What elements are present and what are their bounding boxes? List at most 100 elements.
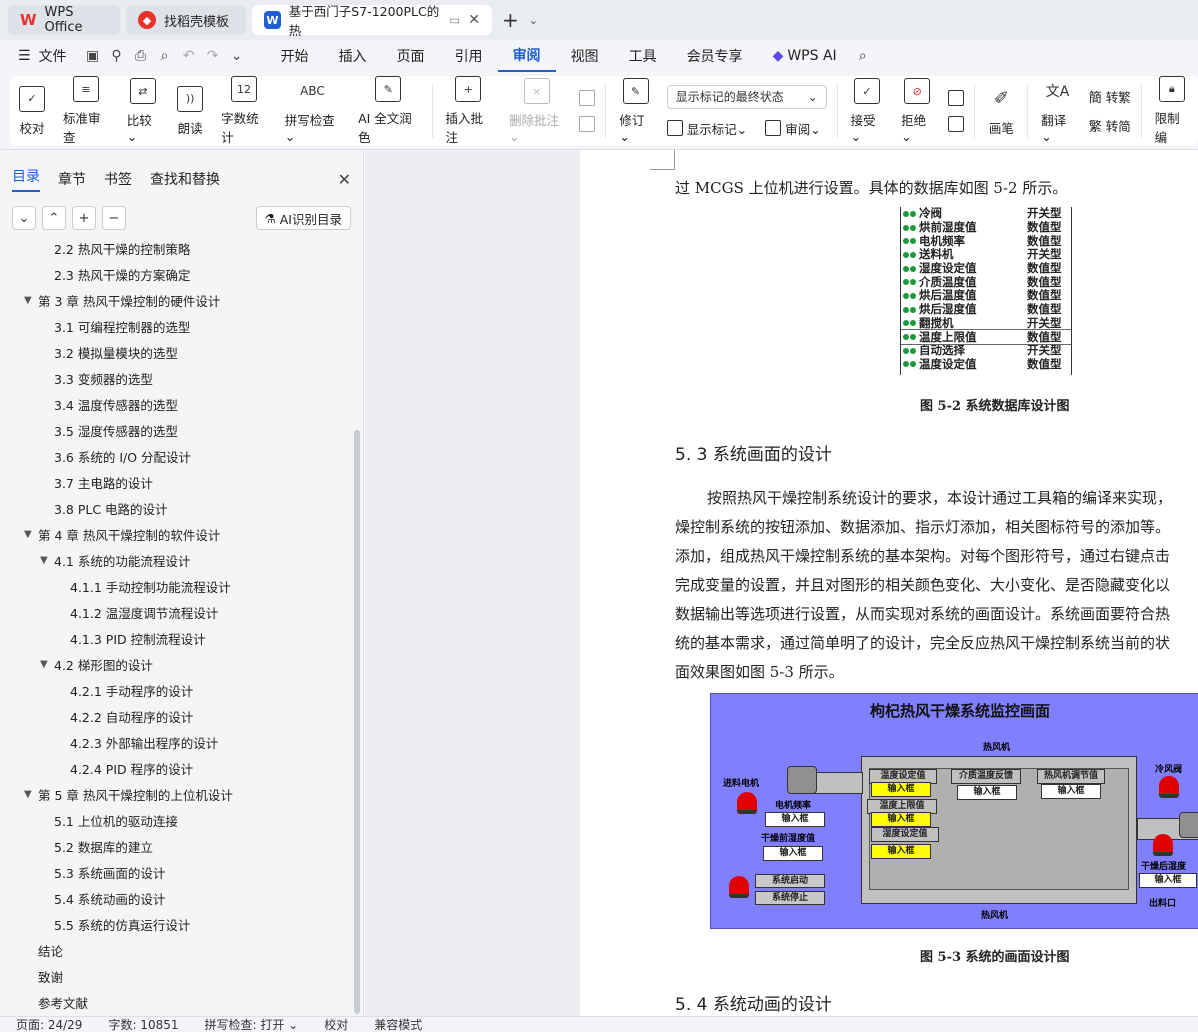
monitor-icon[interactable]: ▭ <box>449 13 460 27</box>
share-icon[interactable]: ⚲ <box>106 45 128 67</box>
prev-comment-icon[interactable] <box>579 90 596 106</box>
next-comment-icon[interactable] <box>579 116 596 132</box>
more-chevron-icon[interactable]: ⌄ <box>226 45 248 67</box>
print-preview-icon[interactable]: ⌕ <box>154 45 176 67</box>
toc-item[interactable]: 3.8 PLC 电路的设计 <box>40 495 168 521</box>
temp-upper-input[interactable]: 输入框 <box>871 812 931 827</box>
spell-check-indicator[interactable]: 拼写检查: 打开 ⌄ <box>205 1016 299 1033</box>
toc-item[interactable]: 致谢 <box>24 963 63 989</box>
toc-item[interactable]: 2.3 热风干燥的方案确定 <box>40 261 190 287</box>
new-tab-icon[interactable]: + <box>498 8 523 32</box>
toc-item[interactable]: 5.5 系统的仿真运行设计 <box>40 911 190 937</box>
show-markup-button[interactable]: 显示标记⌄ <box>687 119 748 138</box>
expand-arrow-icon[interactable]: ▼ <box>40 555 54 566</box>
toc-item[interactable]: 3.5 湿度传感器的选型 <box>40 417 178 443</box>
ai-toc-button[interactable]: ⚗ AI识别目录 <box>255 206 351 230</box>
sidebar-tab-toc[interactable]: 目录 <box>12 166 40 192</box>
menu-file[interactable]: 文件 <box>37 40 82 72</box>
menu-reference[interactable]: 引用 <box>440 40 498 72</box>
temp-set-input[interactable]: 输入框 <box>871 782 931 797</box>
tab-wps-office[interactable]: W WPS Office <box>8 5 120 35</box>
menu-member[interactable]: 会员专享 <box>672 40 758 72</box>
print-icon[interactable]: ⎙ <box>130 45 152 67</box>
search-icon[interactable]: ⌕ <box>852 45 874 67</box>
post-humidity-input[interactable]: 输入框 <box>1139 873 1197 888</box>
toc-item[interactable]: 3.6 系统的 I/O 分配设计 <box>40 443 191 469</box>
sidebar-tab-bookmark[interactable]: 书签 <box>104 169 132 189</box>
close-icon[interactable]: ✕ <box>338 170 351 189</box>
toc-item[interactable]: 5.4 系统动画的设计 <box>40 885 165 911</box>
to-traditional-button[interactable]: 簡转繁 <box>1089 87 1131 106</box>
toc-item[interactable]: 参考文献 <box>24 989 88 1015</box>
collapse-button[interactable]: ⌄ <box>12 206 36 230</box>
read-aloud-button[interactable]: )) 朗读 <box>168 76 212 146</box>
toc-item[interactable]: ▼ 第 4 章 热风干燥控制的软件设计 <box>24 521 220 547</box>
word-count-indicator[interactable]: 字数: 10851 <box>108 1016 178 1033</box>
motor-freq-input[interactable]: 输入框 <box>765 812 825 827</box>
toc-item[interactable]: 4.1.3 PID 控制流程设计 <box>56 625 206 651</box>
sidebar-tab-find[interactable]: 查找和替换 <box>150 169 220 189</box>
toc-item[interactable]: 2.2 热风干燥的控制策略 <box>40 240 190 261</box>
system-start-button[interactable]: 系统启动 <box>755 874 825 888</box>
ai-polish-button[interactable]: ✎ AI 全文润色 <box>349 76 427 146</box>
expand-arrow-icon[interactable]: ▼ <box>24 789 38 800</box>
remove-heading-button[interactable]: − <box>102 206 126 230</box>
next-change-icon[interactable] <box>948 116 965 132</box>
hum-set-input[interactable]: 输入框 <box>871 844 931 859</box>
chevron-down-icon[interactable]: ⌄ <box>529 14 538 27</box>
toc-item[interactable]: 4.2.3 外部输出程序的设计 <box>56 729 218 755</box>
page-indicator[interactable]: 页面: 24/29 <box>16 1016 82 1033</box>
redo-icon[interactable]: ↷ <box>202 45 224 67</box>
expand-arrow-icon[interactable]: ▼ <box>24 295 38 306</box>
toc-item[interactable]: 5.1 上位机的驱动连接 <box>40 807 178 833</box>
menu-wps-ai[interactable]: ◆ WPS AI <box>758 40 852 72</box>
menu-view[interactable]: 视图 <box>556 40 614 72</box>
toc-item[interactable]: ▼ 4.2 梯形图的设计 <box>40 651 153 677</box>
review-button[interactable]: 审阅⌄ <box>785 119 821 138</box>
to-simplified-button[interactable]: 繁转简 <box>1089 116 1131 135</box>
toc-item[interactable]: 4.2.1 手动程序的设计 <box>56 677 193 703</box>
fan-adjust-input[interactable]: 输入框 <box>1041 784 1101 799</box>
translate-button[interactable]: 文A 翻译⌄ <box>1032 76 1082 146</box>
sidebar-tab-chapter[interactable]: 章节 <box>58 169 86 189</box>
medium-temp-input[interactable]: 输入框 <box>957 785 1017 800</box>
add-heading-button[interactable]: + <box>72 206 96 230</box>
toc-item[interactable]: 4.2.4 PID 程序的设计 <box>56 755 193 781</box>
toc-item[interactable]: ▼ 第 3 章 热风干燥控制的硬件设计 <box>24 287 220 313</box>
compare-button[interactable]: ⇄ 比较⌄ <box>118 76 168 146</box>
close-icon[interactable]: ✕ <box>468 12 480 28</box>
toc-item[interactable]: 3.2 模拟量模块的选型 <box>40 339 178 365</box>
menu-start[interactable]: 开始 <box>266 40 324 72</box>
track-changes-button[interactable]: ✎ 修订⌄ <box>610 76 660 146</box>
restrict-edit-button[interactable]: 🔒︎ 限制编 <box>1146 76 1198 146</box>
hamburger-icon[interactable]: ☰ <box>0 48 37 64</box>
system-stop-button[interactable]: 系统停止 <box>755 891 825 905</box>
undo-icon[interactable]: ↶ <box>178 45 200 67</box>
word-count-button[interactable]: 12 字数统计 <box>212 76 276 146</box>
toc-item[interactable]: ▼ 第 5 章 热风干燥控制的上位机设计 <box>24 781 233 807</box>
toc-item[interactable]: 结论 <box>24 937 63 963</box>
save-icon[interactable]: ▣ <box>82 45 104 67</box>
expand-arrow-icon[interactable]: ▼ <box>40 659 54 670</box>
expand-button[interactable]: ⌃ <box>42 206 66 230</box>
toc-item[interactable]: 3.4 温度传感器的选型 <box>40 391 178 417</box>
menu-insert[interactable]: 插入 <box>324 40 382 72</box>
proofread-button[interactable]: ✓ 校对 <box>10 76 54 146</box>
std-review-button[interactable]: ≡ 标准审查 <box>54 76 118 146</box>
tab-docer[interactable]: ◆ 找稻壳模板 <box>126 5 246 35</box>
toc-item[interactable]: 4.1.2 温湿度调节流程设计 <box>56 599 218 625</box>
menu-page[interactable]: 页面 <box>382 40 440 72</box>
prev-change-icon[interactable] <box>948 90 965 106</box>
toc-item[interactable]: 4.2.2 自动程序的设计 <box>56 703 193 729</box>
menu-review[interactable]: 审阅 <box>497 40 556 72</box>
toc-item[interactable]: 4.1.1 手动控制功能流程设计 <box>56 573 231 599</box>
insert-comment-button[interactable]: + 插入批注 <box>436 76 500 146</box>
toc-item[interactable]: 3.1 可编程控制器的选型 <box>40 313 190 339</box>
toc-item[interactable]: 5.2 数据库的建立 <box>40 833 153 859</box>
reject-button[interactable]: ⊘ 拒绝⌄ <box>892 76 942 146</box>
delete-comment-button[interactable]: × 删除批注⌄ <box>500 76 573 146</box>
menu-tools[interactable]: 工具 <box>614 40 672 72</box>
toc-item[interactable]: 3.7 主电路的设计 <box>40 469 153 495</box>
sidebar-scrollbar[interactable] <box>354 430 360 1014</box>
pre-humidity-input[interactable]: 输入框 <box>763 846 823 861</box>
